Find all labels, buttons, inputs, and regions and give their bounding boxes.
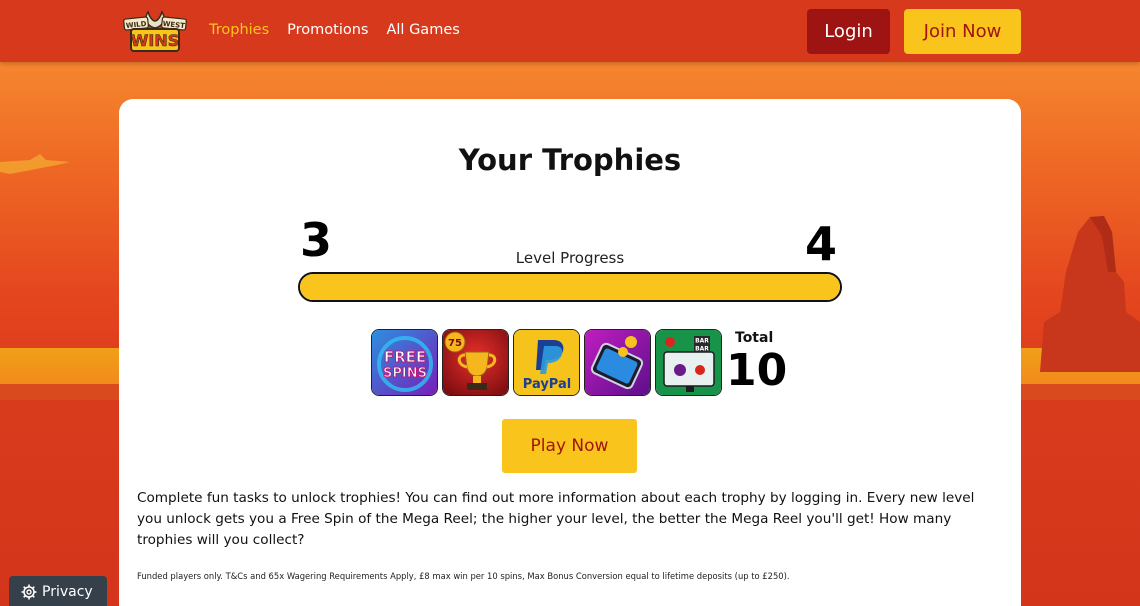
privacy-button[interactable]: Privacy [9, 576, 107, 606]
trophies-description: Complete fun tasks to unlock trophies! Y… [137, 490, 975, 548]
level-progress-label: Level Progress [515, 249, 625, 267]
svg-text:PayPal: PayPal [523, 377, 571, 392]
free-spins-trophy-icon[interactable]: FREE SPINS [371, 329, 438, 396]
nav-all-games[interactable]: All Games [386, 22, 459, 38]
cloud-shape [0, 154, 70, 174]
join-now-button[interactable]: Join Now [904, 9, 1021, 54]
site-header: WILD WEST WINS Trophies Promotions All G… [0, 0, 1140, 62]
login-button[interactable]: Login [807, 9, 890, 54]
trophies-card: Your Trophies 3 4 Level Progress FREE SP… [119, 99, 1021, 606]
slots-trophy-icon[interactable]: BAR BAR [655, 329, 722, 396]
nav-promotions[interactable]: Promotions [287, 22, 368, 38]
play-now-button[interactable]: Play Now [502, 419, 637, 473]
gear-icon [21, 584, 37, 600]
page-title: Your Trophies [458, 143, 682, 177]
privacy-label: Privacy [42, 584, 93, 600]
svg-text:75: 75 [448, 338, 462, 349]
svg-text:WINS: WINS [131, 31, 180, 50]
gold-trophy-icon[interactable]: 75 [442, 329, 509, 396]
svg-text:BAR: BAR [695, 346, 709, 353]
nav-trophies[interactable]: Trophies [209, 22, 269, 38]
trophy-list: FREE SPINS 75 PayPal BAR BAR [371, 329, 722, 396]
mesa-rock [1040, 216, 1140, 372]
svg-text:FREE: FREE [384, 348, 426, 366]
mobile-trophy-icon[interactable] [584, 329, 651, 396]
paypal-trophy-icon[interactable]: PayPal [513, 329, 580, 396]
terms-text: Funded players only. T&Cs and 65x Wageri… [137, 571, 790, 581]
svg-text:SPINS: SPINS [383, 366, 427, 381]
main-nav: Trophies Promotions All Games [209, 22, 460, 38]
level-progress-fill [300, 274, 840, 300]
total-trophies-count: 10 [726, 345, 788, 396]
total-label: Total [735, 330, 774, 346]
level-progress-bar [298, 272, 842, 302]
svg-text:BAR: BAR [695, 338, 709, 345]
wild-west-wins-logo[interactable]: WILD WEST WINS [122, 8, 188, 54]
